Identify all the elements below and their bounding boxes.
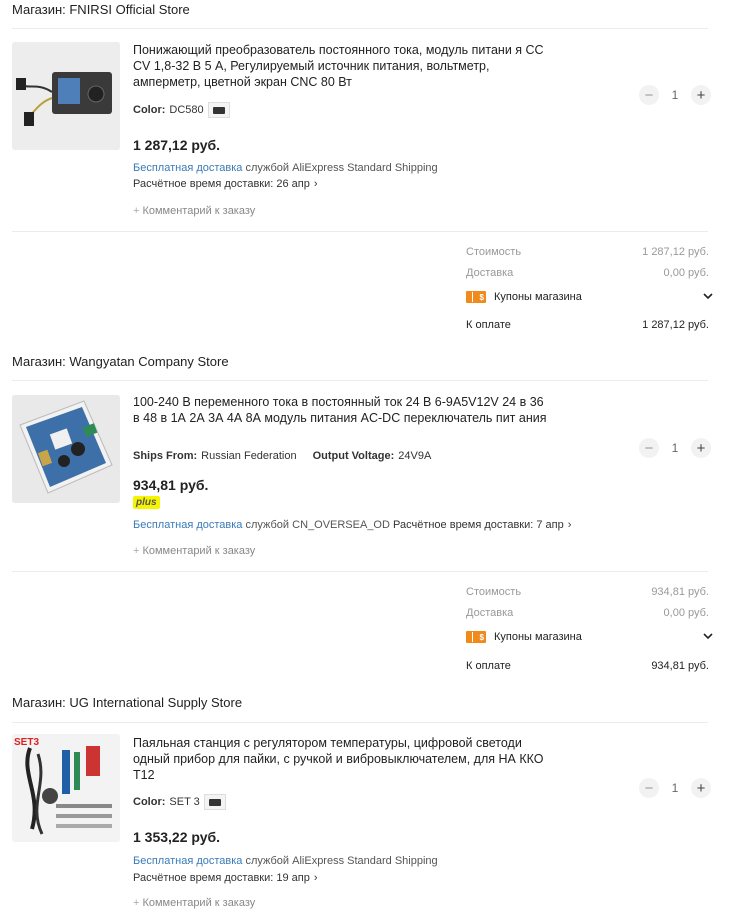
divider	[12, 231, 708, 232]
chevron-down-icon[interactable]	[702, 629, 714, 643]
quantity-value[interactable]: 1	[659, 88, 691, 102]
shipping-info[interactable]: Бесплатная доставка службой CN_OVERSEA_O…	[133, 519, 571, 531]
quantity-stepper[interactable]: − 1 +	[639, 85, 711, 105]
quantity-stepper[interactable]: − 1 +	[639, 438, 711, 458]
spec-value: DC580	[169, 104, 204, 116]
delivery-estimate-text: Расчётное время доставки: 7 апр	[393, 519, 564, 531]
chevron-right-icon: ›	[313, 178, 318, 190]
minus-icon[interactable]: −	[639, 438, 659, 458]
product-price: 1 353,22 руб.	[133, 829, 221, 845]
total-label: К оплате	[466, 319, 511, 331]
spec-label: Color:	[133, 796, 166, 808]
delivery-estimate-text: Расчётное время доставки: 26 апр	[133, 178, 310, 190]
product-name[interactable]: Понижающий преобразователь постоянного т…	[133, 42, 553, 90]
plus-icon[interactable]: +	[691, 85, 711, 105]
order-comment-link[interactable]: + Комментарий к заказу	[133, 205, 255, 217]
spec-label: Ships From:	[133, 450, 198, 462]
store-coupons-toggle[interactable]: $ Купоны магазина	[466, 289, 714, 305]
product-image[interactable]	[12, 395, 120, 503]
delivery-estimate-text: Расчётное время доставки: 19 апр	[133, 872, 310, 884]
store-title: Магазин: FNIRSI Official Store	[12, 2, 190, 17]
product-price: 934,81 руб.	[133, 477, 209, 493]
image-label: SET3	[14, 737, 39, 748]
coupons-label: Купоны магазина	[494, 631, 582, 643]
delivery-value: 0,00 руб.	[663, 267, 709, 279]
product-name[interactable]: 100-240 В переменного тока в постоянный …	[133, 394, 553, 426]
divider	[12, 722, 708, 723]
total-value: 1 287,12 руб.	[642, 319, 709, 331]
delivery-estimate[interactable]: Расчётное время доставки: 19 апр ›	[133, 872, 318, 884]
plus-icon: +	[133, 545, 140, 557]
divider	[12, 380, 708, 381]
coupons-label: Купоны магазина	[494, 291, 582, 303]
quantity-value[interactable]: 1	[659, 441, 691, 455]
store-coupons-toggle[interactable]: $ Купоны магазина	[466, 629, 714, 645]
spec-value: 24V9A	[398, 450, 432, 462]
order-comment-label: Комментарий к заказу	[142, 897, 256, 909]
delivery-value: 0,00 руб.	[663, 607, 709, 619]
coupon-icon: $	[466, 291, 486, 303]
plus-icon[interactable]: +	[691, 778, 711, 798]
divider	[12, 28, 708, 29]
product-spec[interactable]: Color: DC580	[133, 102, 230, 118]
spec-value: SET 3	[169, 796, 200, 808]
shipping-service: службой AliExpress Standard Shipping	[245, 162, 438, 174]
product-spec[interactable]: Color: SET 3	[133, 794, 226, 810]
order-comment-label: Комментарий к заказу	[142, 205, 256, 217]
shipping-service: службой AliExpress Standard Shipping	[245, 855, 438, 867]
minus-icon[interactable]: −	[639, 85, 659, 105]
product-price: 1 287,12 руб.	[133, 137, 221, 153]
chevron-right-icon: ›	[313, 872, 318, 884]
delivery-label: Доставка	[466, 607, 514, 619]
plus-icon: +	[133, 897, 140, 909]
spec-label: Color:	[133, 104, 166, 116]
free-shipping-label: Бесплатная доставка	[133, 162, 243, 174]
order-comment-link[interactable]: + Комментарий к заказу	[133, 897, 255, 909]
order-comment-label: Комментарий к заказу	[142, 545, 256, 557]
spec-thumbnail	[203, 794, 226, 810]
plus-badge: plus	[133, 496, 160, 509]
shipping-info: Бесплатная доставка службой AliExpress S…	[133, 855, 438, 867]
product-spec[interactable]: Ships From: Russian Federation Output Vo…	[133, 450, 435, 462]
cost-value: 934,81 руб.	[651, 586, 709, 598]
product-image[interactable]	[12, 42, 120, 150]
cost-value: 1 287,12 руб.	[642, 246, 709, 258]
delivery-estimate[interactable]: Расчётное время доставки: 26 апр ›	[133, 178, 318, 190]
spec-label: Output Voltage:	[312, 450, 395, 462]
total-value: 934,81 руб.	[651, 660, 709, 672]
quantity-stepper[interactable]: − 1 +	[639, 778, 711, 798]
product-image[interactable]: SET3	[12, 734, 120, 842]
cost-label: Стоимость	[466, 246, 522, 258]
order-comment-link[interactable]: + Комментарий к заказу	[133, 545, 255, 557]
quantity-value[interactable]: 1	[659, 781, 691, 795]
delivery-label: Доставка	[466, 267, 514, 279]
free-shipping-label: Бесплатная доставка	[133, 855, 243, 867]
store-title: Магазин: Wangyatan Company Store	[12, 354, 229, 369]
coupon-icon: $	[466, 631, 486, 643]
plus-icon: +	[133, 205, 140, 217]
shipping-service: службой CN_OVERSEA_OD	[245, 519, 390, 531]
shipping-info: Бесплатная доставка службой AliExpress S…	[133, 162, 438, 174]
minus-icon[interactable]: −	[639, 778, 659, 798]
plus-icon[interactable]: +	[691, 438, 711, 458]
spec-thumbnail	[207, 102, 230, 118]
product-name[interactable]: Паяльная станция с регулятором температу…	[133, 735, 553, 783]
cost-label: Стоимость	[466, 586, 522, 598]
free-shipping-label: Бесплатная доставка	[133, 519, 243, 531]
divider	[12, 571, 708, 572]
store-title: Магазин: UG International Supply Store	[12, 695, 243, 710]
chevron-right-icon: ›	[567, 519, 572, 531]
total-label: К оплате	[466, 660, 511, 672]
spec-value: Russian Federation	[201, 450, 297, 462]
chevron-down-icon[interactable]	[702, 289, 714, 303]
